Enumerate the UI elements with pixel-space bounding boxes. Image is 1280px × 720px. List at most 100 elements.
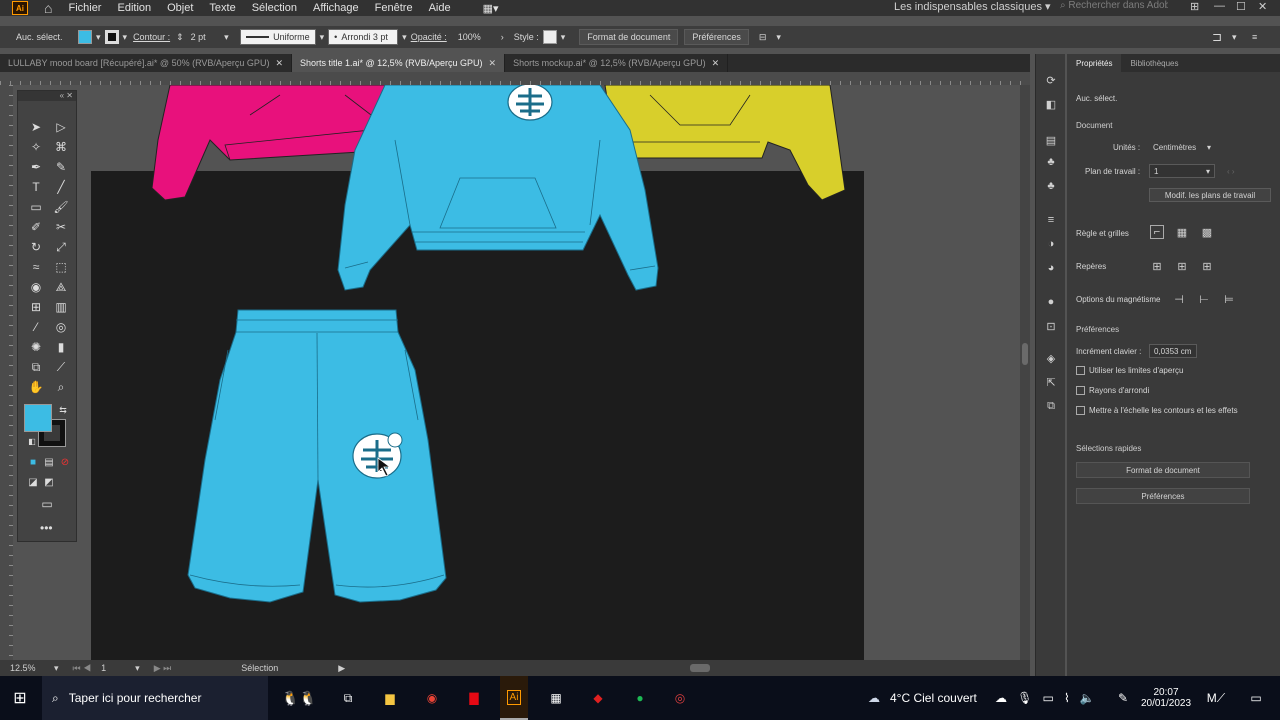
- preferences-button[interactable]: Préférences: [684, 29, 749, 45]
- snap-point-icon[interactable]: ⊣: [1172, 292, 1186, 306]
- pen-icon[interactable]: ✎: [1116, 676, 1130, 720]
- horizontal-scrollbar[interactable]: [690, 664, 710, 672]
- zoom-tool-icon[interactable]: ⌕: [50, 378, 72, 396]
- calculator-icon[interactable]: ▦: [542, 676, 570, 720]
- pen-tool-icon[interactable]: ✒: [25, 158, 47, 176]
- menu-fenetre[interactable]: Fenêtre: [375, 2, 413, 14]
- direct-selection-icon[interactable]: ▷: [50, 118, 72, 136]
- chevron-down-icon[interactable]: ▾: [320, 32, 325, 43]
- draw-behind-icon[interactable]: ◩: [38, 473, 60, 491]
- system-tray[interactable]: ☁ 🎙 ▭ ⌇ 🔈: [990, 676, 1100, 720]
- stepper-icon[interactable]: ⇕: [176, 32, 184, 43]
- edit-artboards-button[interactable]: Modif. les plans de travail: [1149, 188, 1271, 202]
- artboard-field[interactable]: 1: [101, 663, 131, 673]
- transparency-icon[interactable]: ◑: [1043, 236, 1059, 252]
- scale-tool-icon[interactable]: ⤢: [50, 238, 72, 256]
- pixel-grid-icon[interactable]: ▩: [1200, 225, 1214, 239]
- lasso-icon[interactable]: ⌘: [50, 138, 72, 156]
- preview-bounds-checkbox[interactable]: Utiliser les limites d'aperçu: [1076, 366, 1183, 376]
- monitor-icon[interactable]: ▭: [1043, 691, 1054, 705]
- shape-builder-icon[interactable]: ◉: [25, 278, 47, 296]
- horizontal-ruler[interactable]: [0, 72, 1030, 85]
- warp-tool-icon[interactable]: ≈: [25, 258, 47, 276]
- stroke-profile-select[interactable]: Uniforme: [239, 29, 316, 45]
- stroke-swatch[interactable]: [104, 30, 119, 44]
- maximize-icon[interactable]: ☐: [1236, 0, 1246, 13]
- stroke-label[interactable]: Contour :: [133, 32, 170, 42]
- wifi-icon[interactable]: ⌇: [1064, 691, 1070, 705]
- grid-icon[interactable]: ▦: [1175, 225, 1189, 239]
- app-icon[interactable]: ◎: [666, 676, 694, 720]
- document-tab[interactable]: Shorts mockup.ai* @ 12,5% (RVB/Aperçu GP…: [505, 54, 729, 72]
- graphic-styles-icon[interactable]: ▤: [1043, 132, 1059, 148]
- cyan-shorts[interactable]: [187, 309, 447, 603]
- mesh-tool-icon[interactable]: ⊞: [25, 298, 47, 316]
- tab-libraries[interactable]: Bibliothèques: [1121, 54, 1187, 72]
- chevron-right-icon[interactable]: ›: [501, 32, 504, 42]
- none-mode-icon[interactable]: ⊘: [54, 453, 76, 471]
- menu-objet[interactable]: Objet: [167, 2, 193, 14]
- taskbar-search[interactable]: ⌕ Taper ici pour rechercher: [42, 676, 268, 720]
- file-explorer-icon[interactable]: ▆: [376, 676, 404, 720]
- magic-wand-icon[interactable]: ✧: [25, 138, 47, 156]
- cyan-hoodie[interactable]: [337, 85, 659, 291]
- perspective-icon[interactable]: ⟁: [50, 278, 72, 296]
- meet-icon[interactable]: M⟋: [1202, 676, 1230, 720]
- artboard-tool-icon[interactable]: ⧉: [25, 358, 47, 376]
- club2-icon[interactable]: ♣: [1043, 178, 1059, 194]
- preferences-button[interactable]: Préférences: [1076, 488, 1250, 504]
- symbol-sprayer-icon[interactable]: ✺: [25, 338, 47, 356]
- keyboard-increment-input[interactable]: 0,0353 cm: [1149, 344, 1197, 358]
- menu-fichier[interactable]: Fichier: [68, 2, 101, 14]
- spotify-icon[interactable]: ●: [626, 676, 654, 720]
- units-select[interactable]: Centimètres ▾: [1149, 140, 1215, 154]
- scissors-icon[interactable]: ✂: [50, 218, 72, 236]
- menu-affichage[interactable]: Affichage: [313, 2, 359, 14]
- arrange-documents-icon[interactable]: ▦▾: [483, 2, 499, 15]
- artboard-nav-icon[interactable]: ‹ ›: [1227, 167, 1235, 176]
- windows-start-icon[interactable]: ⊞: [8, 676, 32, 720]
- symbols-panel-icon[interactable]: ◧: [1043, 96, 1059, 112]
- free-transform-icon[interactable]: ⬚: [50, 258, 72, 276]
- color-guide-icon[interactable]: ◕: [1043, 260, 1059, 276]
- type-tool-icon[interactable]: T: [25, 178, 47, 196]
- ruler-icon[interactable]: ⌐: [1150, 225, 1164, 239]
- menu-texte[interactable]: Texte: [209, 2, 235, 14]
- penguins-widget-icon[interactable]: 🐧🐧: [270, 676, 328, 720]
- image-trace-icon[interactable]: ⊡: [1043, 318, 1059, 334]
- chevron-down-icon[interactable]: ▾: [402, 32, 407, 43]
- document-tab[interactable]: LULLABY mood board [Récupéré].ai* @ 50% …: [0, 54, 292, 72]
- club-icon[interactable]: ♣: [1043, 154, 1059, 170]
- curvature-icon[interactable]: ✎: [50, 158, 72, 176]
- chevron-down-icon[interactable]: ▾: [123, 32, 128, 43]
- brush-panel-icon[interactable]: ⟳: [1043, 72, 1059, 88]
- opacity-field[interactable]: 100%: [453, 29, 497, 45]
- workspace-switcher[interactable]: Les indispensables classiques ▾: [894, 0, 1051, 13]
- scale-strokes-checkbox[interactable]: Mettre à l'échelle les contours et les e…: [1076, 406, 1238, 416]
- document-setup-button[interactable]: Format de document: [1076, 462, 1250, 478]
- notifications-icon[interactable]: ▭: [1242, 676, 1270, 720]
- opacity-label[interactable]: Opacité :: [411, 32, 447, 42]
- close-icon[interactable]: ✕: [1258, 0, 1267, 13]
- stock-search[interactable]: ⌕ Rechercher dans Adobe Stock: [1060, 0, 1168, 11]
- menu-selection[interactable]: Sélection: [252, 2, 297, 14]
- default-colors-icon[interactable]: ◧: [21, 432, 43, 450]
- panel-menu-icon[interactable]: ▾: [776, 32, 781, 43]
- document-tab-active[interactable]: Shorts title 1.ai* @ 12,5% (RVB/Aperçu G…: [291, 54, 506, 72]
- chrome-icon[interactable]: ◉: [418, 676, 446, 720]
- artboard-select[interactable]: 1 ▾: [1149, 164, 1215, 178]
- align-panel-icon[interactable]: ≡: [1043, 212, 1059, 228]
- hand-tool-icon[interactable]: ✋: [25, 378, 47, 396]
- document-setup-button[interactable]: Format de document: [579, 29, 679, 45]
- shorts-logo-icon[interactable]: [352, 432, 403, 479]
- mic-icon[interactable]: 🎙: [1017, 691, 1032, 705]
- tab-properties[interactable]: Propriétés: [1067, 54, 1122, 72]
- menu-edition[interactable]: Edition: [117, 2, 151, 14]
- blend-tool-icon[interactable]: ◎: [50, 318, 72, 336]
- menu-aide[interactable]: Aide: [429, 2, 451, 14]
- chevron-down-icon[interactable]: ▾: [54, 663, 59, 674]
- illustrator-taskbar-icon[interactable]: Ai: [500, 676, 528, 720]
- brush-select[interactable]: • Arrondi 3 pt: [328, 29, 399, 45]
- netflix-icon[interactable]: ▇: [460, 676, 488, 720]
- artwork-layer[interactable]: [0, 85, 1020, 660]
